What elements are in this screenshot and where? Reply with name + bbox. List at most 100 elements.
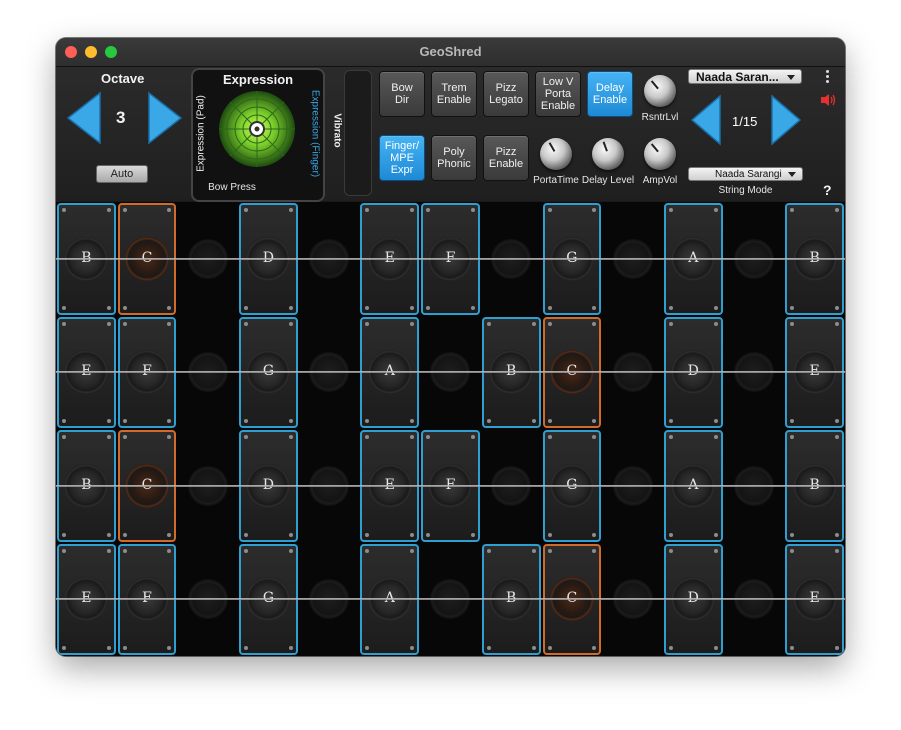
- preset-next-button[interactable]: [770, 94, 802, 146]
- string-mode-select[interactable]: Naada Sarangi: [688, 167, 803, 181]
- screw-icon: [592, 419, 597, 423]
- screw-icon: [426, 305, 431, 310]
- tile-pizz-legato[interactable]: Pizz Legato: [483, 71, 529, 117]
- help-icon[interactable]: ?: [823, 182, 832, 198]
- tile-delay-enable[interactable]: Delay Enable: [587, 71, 633, 117]
- string-mode-label: String Mode: [718, 185, 773, 196]
- left-arrow-icon: [66, 91, 101, 145]
- tile-bow-dir[interactable]: Bow Dir: [379, 71, 425, 117]
- tile-poly-phonic[interactable]: Poly Phonic: [431, 135, 477, 181]
- screw-icon: [244, 305, 249, 310]
- screw-icon: [668, 208, 673, 212]
- knob-label-1: PortaTime: [533, 175, 579, 186]
- screw-icon: [167, 532, 172, 537]
- screw-icon: [470, 435, 475, 439]
- expression-target-icon: [219, 91, 295, 167]
- screw-icon: [244, 548, 249, 553]
- right-arrow-icon: [771, 94, 802, 146]
- screw-icon: [470, 208, 475, 212]
- screw-icon: [531, 548, 536, 553]
- screw-icon: [244, 321, 249, 326]
- string-line: [56, 257, 845, 260]
- expression-title: Expression: [223, 72, 294, 87]
- screw-icon: [288, 532, 293, 537]
- tile-low-v-porta-enable[interactable]: Low V Porta Enable: [535, 71, 581, 117]
- screw-icon: [486, 646, 491, 650]
- octave-down-button[interactable]: [66, 91, 102, 145]
- screw-icon: [244, 532, 249, 537]
- knob-label-3: AmpVol: [642, 175, 678, 186]
- screw-icon: [470, 532, 475, 537]
- screw-icon: [62, 646, 66, 650]
- bow-press-label: Bow Press: [208, 182, 256, 193]
- screw-icon: [592, 548, 597, 553]
- preset-page: 1/15: [732, 114, 758, 129]
- octave-value: 3: [116, 108, 126, 127]
- preset-prev-button[interactable]: [690, 94, 722, 146]
- note-grid[interactable]: BCDEFGABEFGABCDEBCDEFGABEFGABCDE: [56, 202, 845, 656]
- screw-icon: [547, 646, 552, 650]
- screw-icon: [167, 321, 172, 326]
- screw-icon: [713, 646, 718, 650]
- portatime-knob[interactable]: [540, 138, 572, 170]
- screw-icon: [592, 208, 597, 212]
- screw-icon: [790, 435, 795, 439]
- screw-icon: [486, 321, 491, 326]
- screw-icon: [288, 321, 293, 326]
- vertical-dots-icon[interactable]: [825, 69, 831, 87]
- control-panel: Octave 3 Auto Expression Expression (Pad…: [56, 67, 845, 202]
- vibrato-label: Vibrato: [331, 113, 343, 148]
- screw-icon: [713, 532, 718, 537]
- knob-label-2: Delay Level: [581, 175, 635, 186]
- ampvol-knob[interactable]: [644, 138, 676, 170]
- preset-name: Naada Saran...: [696, 70, 779, 84]
- screw-icon: [668, 532, 673, 537]
- title-bar: GeoShred: [56, 38, 845, 67]
- screw-icon: [592, 435, 597, 439]
- screw-icon: [834, 305, 839, 310]
- screw-icon: [790, 548, 795, 553]
- expression-finger-label: Expression (Finger): [309, 89, 321, 178]
- screw-icon: [834, 532, 839, 537]
- screw-icon: [531, 321, 536, 326]
- vibrato-strip[interactable]: [344, 70, 372, 196]
- tile-finger-mpe-expr[interactable]: Finger/ MPE Expr: [379, 135, 425, 181]
- string-line: [56, 371, 845, 374]
- speaker-icon[interactable]: [820, 93, 836, 107]
- screw-icon: [106, 419, 111, 423]
- screw-icon: [106, 548, 111, 553]
- screw-icon: [62, 548, 66, 553]
- tile-pizz-enable[interactable]: Pizz Enable: [483, 135, 529, 181]
- octave-up-button[interactable]: [147, 91, 183, 145]
- screw-icon: [122, 532, 127, 537]
- screw-icon: [410, 532, 415, 537]
- preset-select[interactable]: Naada Saran...: [688, 69, 802, 84]
- screw-icon: [668, 435, 673, 439]
- screw-icon: [167, 419, 172, 423]
- screw-icon: [122, 419, 127, 423]
- screw-icon: [547, 532, 552, 537]
- screw-icon: [410, 208, 415, 212]
- screw-icon: [167, 548, 172, 553]
- screw-icon: [106, 208, 111, 212]
- screw-icon: [288, 208, 293, 212]
- screw-icon: [713, 305, 718, 310]
- screw-icon: [122, 646, 127, 650]
- screw-icon: [426, 208, 431, 212]
- screw-icon: [167, 435, 172, 439]
- screw-icon: [122, 548, 127, 553]
- expression-pad[interactable]: Expression Expression (Pad) Expression (…: [191, 68, 325, 202]
- screw-icon: [834, 419, 839, 423]
- screw-icon: [547, 305, 552, 310]
- screw-icon: [668, 305, 673, 310]
- screw-icon: [668, 646, 673, 650]
- tile-trem-enable[interactable]: Trem Enable: [431, 71, 477, 117]
- screw-icon: [62, 419, 66, 423]
- screw-icon: [122, 321, 127, 326]
- rsntrlvl-knob[interactable]: [644, 75, 676, 107]
- screw-icon: [122, 435, 127, 439]
- screw-icon: [486, 548, 491, 553]
- auto-button[interactable]: Auto: [96, 165, 148, 183]
- delay-level-knob[interactable]: [592, 138, 624, 170]
- screw-icon: [122, 305, 127, 310]
